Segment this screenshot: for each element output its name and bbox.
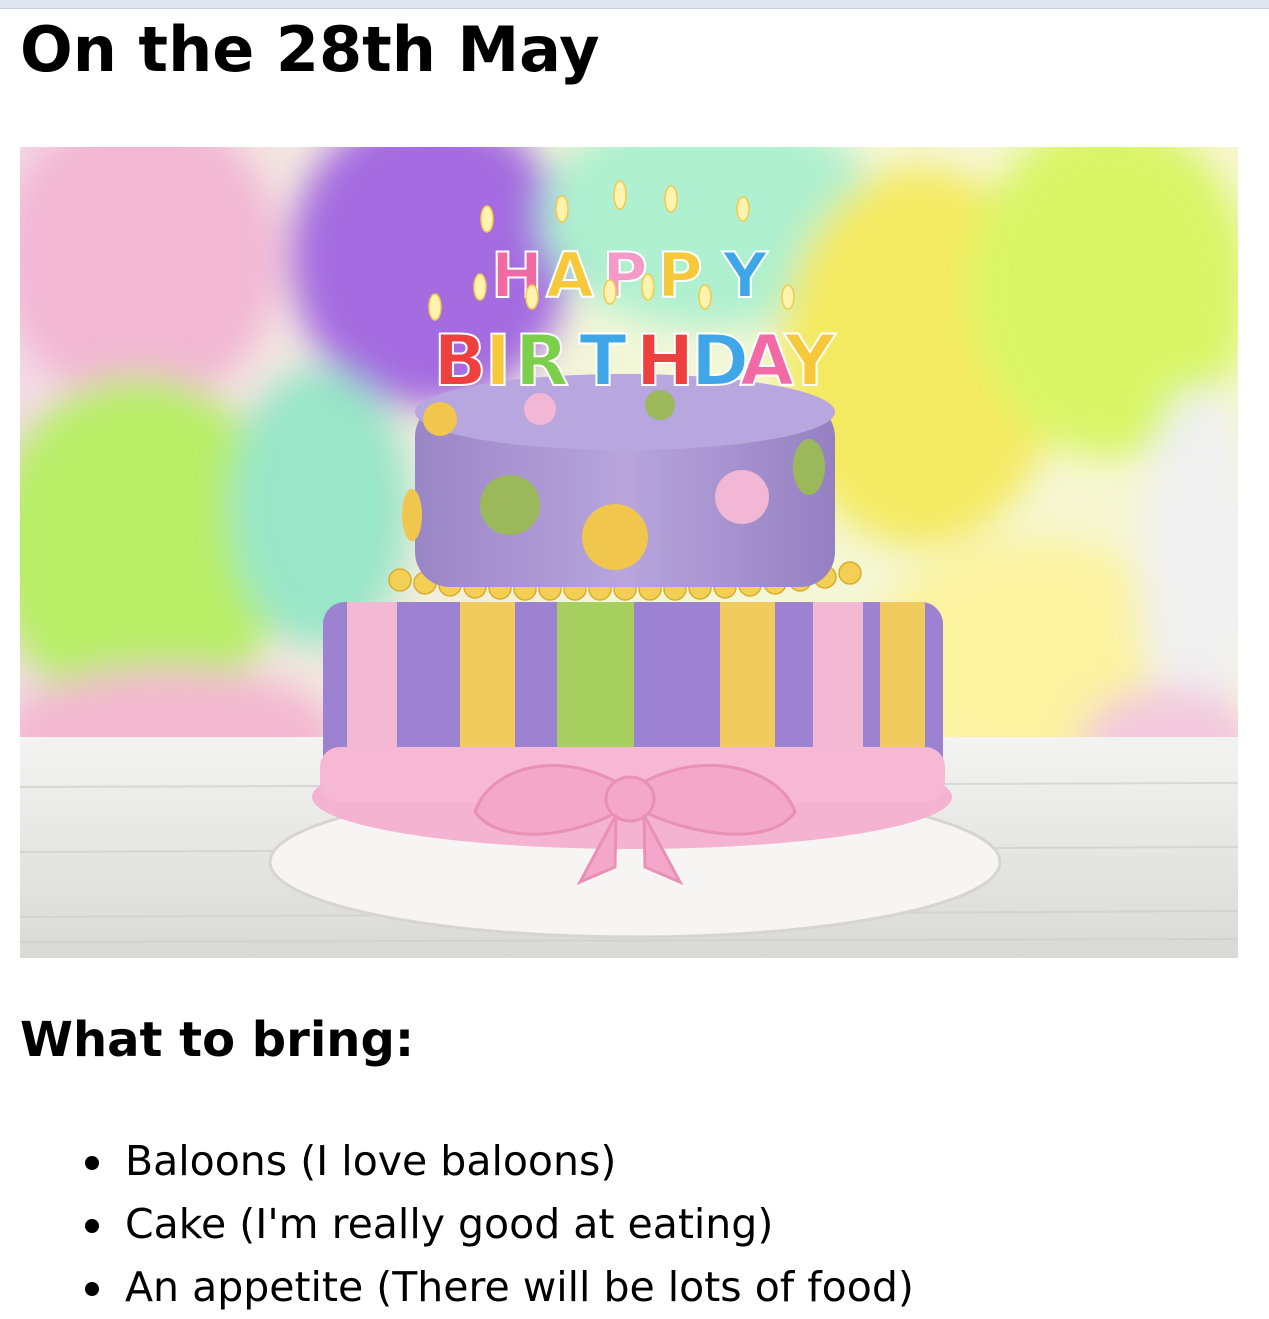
candles-birthday: B I R T H D A Y	[432, 319, 837, 403]
bring-list: Baloons (I love baloons) Cake (I'm reall…	[20, 1130, 1250, 1319]
list-item: An appetite (There will be lots of food)	[20, 1256, 1250, 1319]
svg-text:Y: Y	[722, 239, 769, 312]
svg-text:T: T	[579, 320, 627, 402]
svg-text:I: I	[485, 320, 511, 402]
birthday-cake-image: H A P P Y B I R T H D A Y	[20, 147, 1238, 958]
svg-text:R: R	[515, 320, 569, 402]
list-item: Baloons (I love baloons)	[20, 1130, 1250, 1193]
page-title: On the 28th May	[20, 13, 600, 86]
svg-text:A: A	[546, 239, 594, 312]
browser-top-edge	[0, 0, 1269, 9]
list-item: Cake (I'm really good at eating)	[20, 1193, 1250, 1256]
section-heading: What to bring:	[20, 1012, 415, 1068]
svg-text:Y: Y	[784, 320, 837, 402]
svg-text:P: P	[657, 239, 702, 312]
svg-text:H: H	[636, 320, 695, 402]
svg-text:B: B	[433, 320, 486, 402]
